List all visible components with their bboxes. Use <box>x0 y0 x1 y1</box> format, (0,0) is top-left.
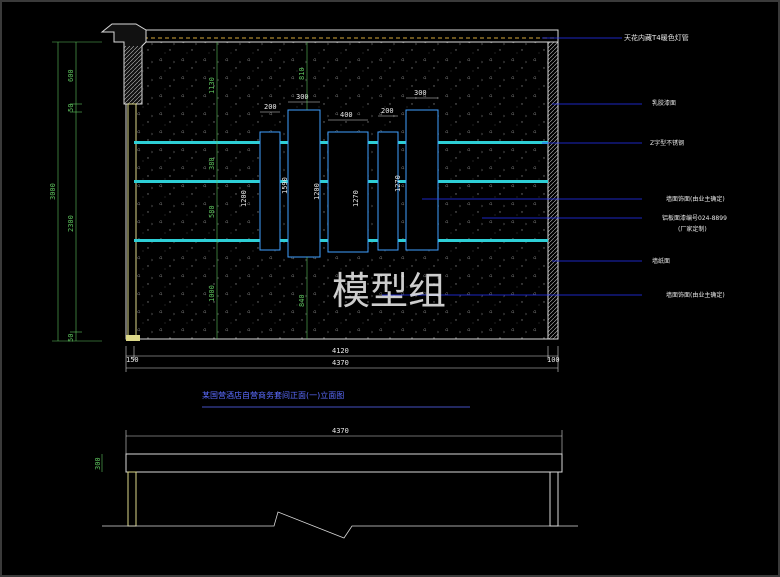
panel-1-height: 1200 <box>240 190 248 207</box>
plan-height-value: 300 <box>94 457 102 470</box>
panel-5 <box>405 109 439 251</box>
plan-right-wall <box>549 471 559 527</box>
panel-2-height: 1590 <box>281 177 289 194</box>
plan-span-value: 4370 <box>332 427 349 435</box>
note-wall-finish-bottom: 墙纸面 <box>652 257 670 265</box>
dim-840: 840 <box>298 294 306 307</box>
panel-1-width: 200 <box>264 103 277 111</box>
dim-50-upper: 50 <box>67 104 75 112</box>
panel-3-width: 400 <box>340 111 353 119</box>
note-wall-finish-top: 乳胶漆面 <box>652 99 676 107</box>
note-panel-1: 墙面饰面(由业主确定) <box>666 195 725 203</box>
dim-150: 150 <box>126 356 139 364</box>
dim-600: 600 <box>67 69 75 82</box>
panel-1 <box>259 131 281 251</box>
panel-5-height: 1270 <box>394 175 402 192</box>
panel-3-height: 1200 <box>313 183 321 200</box>
panel-3 <box>327 131 369 253</box>
cornice-hatch <box>124 46 142 104</box>
panel-4-height: 1270 <box>352 190 360 207</box>
dim-4120: 4120 <box>332 347 349 355</box>
left-dimension-chain <box>52 41 102 342</box>
dim-4370: 4370 <box>332 359 349 367</box>
note-panel-3: (厂家定制) <box>678 225 707 233</box>
note-rail: Z字型不锈钢 <box>650 139 684 147</box>
dim-580: 580 <box>208 205 216 218</box>
plan-left-column <box>127 471 137 527</box>
plan-top-slab <box>125 453 563 473</box>
panel-5-width: 300 <box>414 89 427 97</box>
elevation-drawing: 200 300 400 200 300 1200 1590 1200 1270 … <box>49 23 727 539</box>
note-bottom: 墙面饰面(由业主确定) <box>666 291 725 299</box>
panel-4-width: 200 <box>381 107 394 115</box>
dim-100: 100 <box>547 356 560 364</box>
dim-1000: 1000 <box>208 285 216 302</box>
dim-2300: 2300 <box>67 215 75 232</box>
column-base <box>126 335 140 341</box>
note-panel-2: 铝板面漆编号024-8899 <box>662 214 727 222</box>
drawing-title: 某国营酒店自营商务套间正面(一)立面图 <box>202 390 344 400</box>
dim-1130: 1130 <box>208 77 216 94</box>
note-ceiling-light: 天花内藏T4暖色灯管 <box>624 33 689 42</box>
watermark: 模型组 <box>332 269 446 313</box>
dim-50-lower: 50 <box>67 334 75 342</box>
dim-810: 810 <box>298 67 306 80</box>
dim-total-3000: 3000 <box>49 183 57 200</box>
dim-380: 380 <box>208 157 216 170</box>
plan-break-line <box>102 511 578 539</box>
right-wall-section <box>547 41 559 340</box>
drawing-canvas: 200 300 400 200 300 1200 1590 1200 1270 … <box>0 0 780 577</box>
